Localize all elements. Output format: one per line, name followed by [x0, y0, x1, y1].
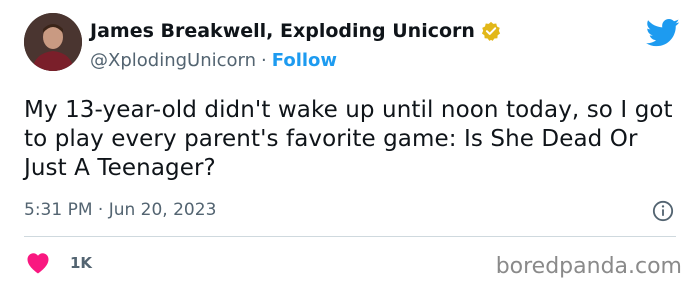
divider [24, 236, 676, 237]
separator-dot: · [261, 50, 267, 71]
like-button[interactable]: 1K [26, 252, 92, 274]
author-handle-row: @XplodingUnicorn · Follow [90, 50, 337, 71]
follow-button[interactable]: Follow [272, 50, 337, 71]
author-name-row: James Breakwell, Exploding Unicorn [90, 20, 501, 42]
info-icon[interactable] [652, 200, 674, 222]
like-count: 1K [70, 254, 93, 272]
avatar[interactable] [24, 13, 82, 71]
twitter-bird-icon[interactable] [646, 18, 680, 48]
heart-icon [27, 253, 49, 274]
tweet-card: James Breakwell, Exploding Unicorn @Xplo… [0, 0, 700, 288]
avatar-image [24, 13, 82, 71]
tweet-timestamp[interactable]: 5:31 PM · Jun 20, 2023 [24, 200, 216, 220]
verified-badge-icon [481, 21, 501, 41]
author-display-name[interactable]: James Breakwell, Exploding Unicorn [90, 20, 475, 42]
tweet-text: My 13-year-old didn't wake up until noon… [24, 97, 673, 181]
author-handle[interactable]: @XplodingUnicorn [90, 50, 256, 71]
watermark: boredpanda.com [495, 254, 682, 279]
